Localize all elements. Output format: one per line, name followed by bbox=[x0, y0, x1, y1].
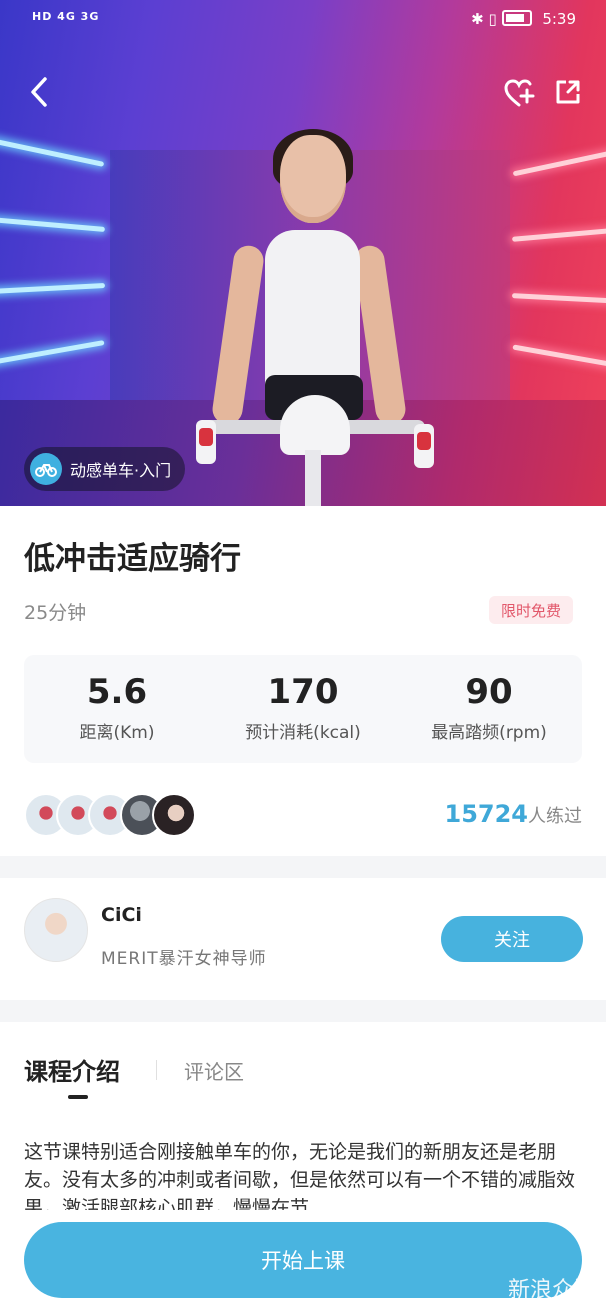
clock: 5:39 bbox=[542, 10, 576, 28]
follow-button[interactable]: 关注 bbox=[441, 916, 583, 962]
free-badge: 限时免费 bbox=[489, 596, 573, 624]
neon-light bbox=[0, 340, 105, 365]
neon-light bbox=[0, 282, 106, 295]
category-label: 动感单车·入门 bbox=[70, 461, 172, 480]
status-right: ✱ ▯ 5:39 bbox=[471, 10, 576, 28]
stat-label: 最高踏频(rpm) bbox=[431, 723, 547, 743]
tab-divider bbox=[156, 1060, 157, 1080]
neon-light bbox=[511, 293, 606, 304]
practice-number: 15724 bbox=[444, 800, 529, 828]
stat-cadence: 90 最高踏频(rpm) bbox=[396, 655, 582, 763]
stat-distance: 5.6 距离(Km) bbox=[24, 655, 210, 763]
stat-label: 预计消耗(kcal) bbox=[245, 723, 361, 743]
tab-course-intro[interactable]: 课程介绍 bbox=[24, 1052, 120, 1087]
tab-comments[interactable]: 评论区 bbox=[184, 1056, 244, 1085]
share-icon[interactable] bbox=[554, 78, 582, 112]
bluetooth-icon: ✱ bbox=[471, 10, 484, 28]
network-indicators: HD 4G 3G bbox=[32, 10, 100, 23]
bike-post bbox=[305, 450, 321, 506]
coach-name[interactable]: CiCi bbox=[101, 904, 142, 926]
battery-icon bbox=[501, 10, 532, 26]
course-title: 低冲击适应骑行 bbox=[24, 541, 241, 577]
active-tab-indicator bbox=[68, 1095, 88, 1099]
neon-light bbox=[0, 138, 105, 167]
bike-grip bbox=[414, 424, 434, 468]
watermark: 新浪众测 bbox=[507, 1278, 596, 1303]
start-class-button[interactable]: 开始上课 bbox=[24, 1222, 582, 1298]
bike-grip bbox=[196, 420, 216, 464]
course-stats: 5.6 距离(Km) 170 预计消耗(kcal) 90 最高踏频(rpm) bbox=[24, 655, 582, 763]
avatar bbox=[152, 793, 196, 837]
neon-light bbox=[512, 148, 606, 177]
course-duration: 25分钟 bbox=[24, 602, 87, 624]
course-cover-image bbox=[0, 0, 606, 506]
coach-title: MERIT暴汗女神导师 bbox=[101, 949, 267, 969]
practice-count: 15724人练过 bbox=[445, 800, 583, 828]
coach-avatar[interactable] bbox=[24, 898, 88, 962]
stat-calories: 170 预计消耗(kcal) bbox=[210, 655, 396, 763]
stat-value: 5.6 bbox=[86, 672, 148, 712]
category-tag[interactable]: 动感单车·入门 bbox=[24, 447, 186, 491]
neon-light bbox=[511, 227, 606, 242]
bicycle-icon bbox=[30, 453, 62, 485]
stat-label: 距离(Km) bbox=[79, 723, 155, 743]
stat-value: 90 bbox=[465, 672, 513, 712]
course-description: 这节课特别适合刚接触单车的你，无论是我们的新朋友还是老朋友。没有太多的冲刺或者间… bbox=[24, 1141, 576, 1210]
neon-light bbox=[512, 344, 606, 369]
favorite-add-icon[interactable] bbox=[503, 78, 535, 114]
back-icon[interactable] bbox=[28, 76, 50, 114]
vibrate-icon: ▯ bbox=[488, 10, 497, 28]
practice-suffix: 人练过 bbox=[528, 806, 582, 827]
stat-value: 170 bbox=[267, 672, 339, 712]
neon-light bbox=[0, 216, 105, 233]
status-bar: HD 4G 3G ✱ ▯ 5:39 bbox=[0, 0, 606, 42]
